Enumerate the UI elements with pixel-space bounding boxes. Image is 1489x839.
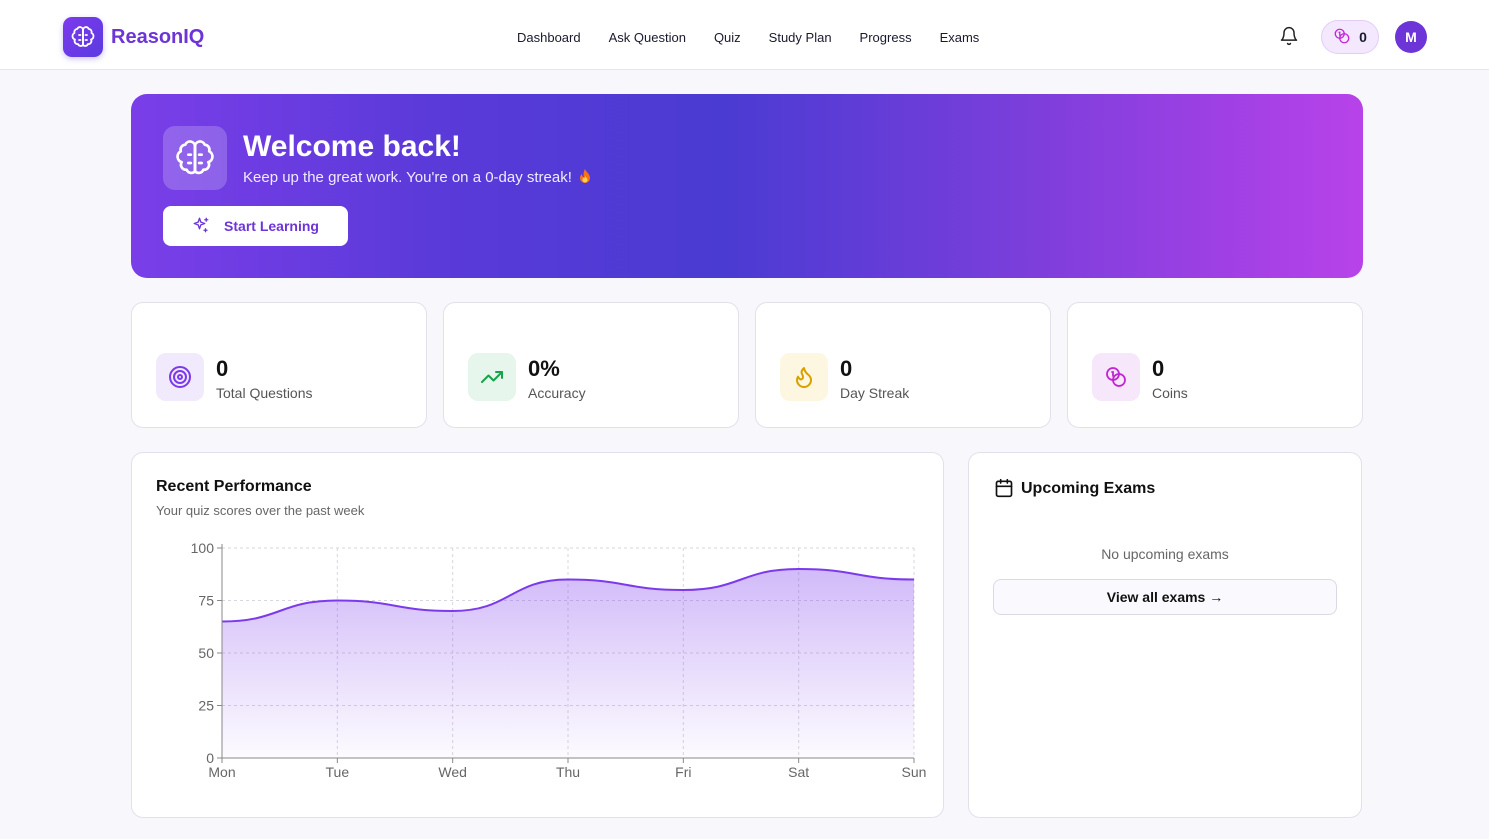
- nav-exams[interactable]: Exams: [926, 28, 994, 47]
- bell-icon[interactable]: [1279, 26, 1299, 46]
- stat-value: 0: [1152, 356, 1165, 381]
- x-tick-label: Sun: [902, 764, 927, 780]
- sparkles-icon: [192, 216, 210, 237]
- x-tick-label: Fri: [675, 764, 691, 780]
- coins-pill[interactable]: 0: [1321, 20, 1379, 54]
- nav-ask-question[interactable]: Ask Question: [595, 28, 700, 47]
- logo-brain-icon[interactable]: [63, 17, 103, 57]
- stat-card-day-streak: 0 Day Streak: [755, 302, 1051, 428]
- welcome-banner: Welcome back! Keep up the great work. Yo…: [131, 94, 1363, 278]
- x-tick-label: Wed: [438, 764, 467, 780]
- stat-card-total-questions: 0 Total Questions: [131, 302, 427, 428]
- coins-count: 0: [1359, 29, 1367, 45]
- y-tick-label: 75: [198, 593, 214, 609]
- coins-icon: [1333, 27, 1351, 48]
- avatar[interactable]: M: [1395, 21, 1427, 53]
- calendar-icon: [994, 478, 1014, 503]
- stat-card-coins: 0 Coins: [1067, 302, 1363, 428]
- view-all-exams-button[interactable]: View all exams →: [993, 579, 1337, 615]
- top-header: ReasonIQ Dashboard Ask Question Quiz Stu…: [0, 4, 1489, 70]
- start-learning-button[interactable]: Start Learning: [163, 206, 348, 246]
- stat-value: 0: [216, 356, 229, 381]
- welcome-title: Welcome back!: [243, 130, 461, 163]
- stat-label: Total Questions: [216, 385, 313, 401]
- x-tick-label: Thu: [556, 764, 580, 780]
- target-icon: [156, 353, 204, 401]
- stat-label: Coins: [1152, 385, 1188, 401]
- brain-icon: [163, 126, 227, 190]
- nav-quiz[interactable]: Quiz: [700, 28, 755, 47]
- welcome-subtitle-text: Keep up the great work. You're on a 0-da…: [243, 169, 572, 186]
- welcome-subtitle: Keep up the great work. You're on a 0-da…: [243, 168, 592, 188]
- upcoming-exams-card: Upcoming Exams No upcoming exams View al…: [968, 452, 1362, 818]
- recent-performance-card: Recent Performance Your quiz scores over…: [131, 452, 944, 818]
- start-learning-label: Start Learning: [224, 218, 319, 234]
- nav-progress[interactable]: Progress: [846, 28, 926, 47]
- stat-value: 0: [840, 356, 853, 381]
- stat-label: Day Streak: [840, 385, 910, 401]
- stat-value: 0%: [528, 356, 560, 381]
- main-nav: Dashboard Ask Question Quiz Study Plan P…: [503, 28, 993, 47]
- coins-icon: [1092, 353, 1140, 401]
- flame-icon: [780, 353, 828, 401]
- nav-dashboard[interactable]: Dashboard: [503, 28, 595, 47]
- no-exams-text: No upcoming exams: [1101, 546, 1229, 562]
- x-tick-label: Sat: [788, 764, 809, 780]
- stat-card-accuracy: 0% Accuracy: [443, 302, 739, 428]
- y-tick-label: 50: [198, 645, 214, 661]
- y-tick-label: 25: [198, 698, 214, 714]
- stat-label: Accuracy: [528, 385, 586, 401]
- brand-name[interactable]: ReasonIQ: [111, 26, 204, 49]
- x-tick-label: Mon: [208, 764, 235, 780]
- y-tick-label: 100: [191, 540, 215, 556]
- nav-study-plan[interactable]: Study Plan: [755, 28, 846, 47]
- chart-area-fill: [222, 569, 914, 758]
- exams-title: Upcoming Exams: [1021, 480, 1156, 497]
- fire-icon: [578, 168, 592, 188]
- performance-chart: 0255075100Mon Tue Wed Thu Fri Sat Sun: [191, 540, 927, 780]
- x-tick-label: Tue: [326, 764, 350, 780]
- trending-up-icon: [468, 353, 516, 401]
